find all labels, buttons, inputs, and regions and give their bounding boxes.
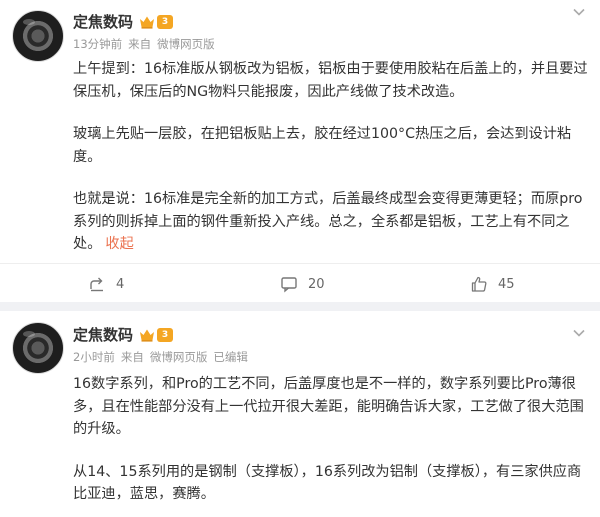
- repost-count: 4: [116, 276, 125, 292]
- repost-icon: [90, 277, 103, 292]
- post-source: 微博网页版: [149, 350, 208, 364]
- vip-level: 3: [157, 327, 174, 342]
- author-row: 定焦数码 3: [73, 11, 174, 32]
- post-paragraph: 从14、15系列用的是钢制（支撑板），16系列改为铝制（支撑板），有三家供应商比…: [73, 463, 582, 503]
- post-card: 定焦数码 3 2小时前 来自 微博网页版 已编辑 16数字系列，和Pro的工艺不…: [0, 311, 600, 517]
- thumbs-up-icon: [471, 276, 487, 292]
- author-row: 定焦数码 3: [73, 324, 174, 345]
- chevron-down-icon: [573, 8, 585, 16]
- post-time[interactable]: 2小时前: [73, 349, 115, 365]
- vip-level: 3: [157, 14, 174, 29]
- post-text: 上午提到：16标准版从钢板改为铝板，铝板由于要使用胶粘在后盖上的，并且要过保压机…: [73, 58, 589, 276]
- post-paragraph: 也就是说：16标准是完全新的加工方式，后盖最终成型会变得更薄更轻；而原pro系列…: [73, 188, 589, 256]
- source-prefix: 来自: [128, 37, 152, 51]
- author-name[interactable]: 定焦数码: [73, 324, 133, 345]
- like-button[interactable]: 45: [470, 275, 515, 293]
- more-button[interactable]: [572, 325, 586, 339]
- avatar[interactable]: [12, 10, 64, 62]
- action-bar: 4 20 45: [0, 263, 600, 302]
- post-paragraph: 上午提到：16标准版从钢板改为铝板，铝板由于要使用胶粘在后盖上的，并且要过保压机…: [73, 61, 588, 100]
- post-card: 定焦数码 3 13分钟前 来自 微博网页版 上午提到：16标准版从钢板改为铝板，…: [0, 0, 600, 302]
- post-text: 16数字系列，和Pro的工艺不同，后盖厚度也是不一样的，数字系列要比Pro薄很多…: [73, 373, 589, 517]
- comment-count: 20: [308, 276, 325, 292]
- vip-badge[interactable]: 3: [139, 327, 174, 342]
- edited-label[interactable]: 已编辑: [213, 349, 248, 365]
- weibo-feed: 定焦数码 3 13分钟前 来自 微博网页版 上午提到：16标准版从钢板改为铝板，…: [0, 0, 600, 517]
- repost-button[interactable]: 4: [88, 275, 124, 293]
- post-meta: 13分钟前 来自 微博网页版: [73, 36, 215, 52]
- post-source: 微博网页版: [157, 37, 215, 51]
- post-paragraph: 玻璃上先贴一层胶，在把铝板贴上去，胶在经过100°C热压之后，会达到设计粘度。: [73, 126, 572, 165]
- comment-button[interactable]: 20: [280, 275, 325, 293]
- author-name[interactable]: 定焦数码: [73, 11, 133, 32]
- post-paragraph-text: 也就是说：16标准是完全新的加工方式，后盖最终成型会变得更薄更轻；而原pro系列…: [73, 191, 583, 252]
- vip-badge[interactable]: 3: [139, 14, 174, 29]
- comment-icon: [281, 277, 297, 293]
- like-count: 45: [498, 276, 515, 292]
- avatar[interactable]: [12, 322, 64, 374]
- collapse-link[interactable]: 收起: [105, 236, 133, 252]
- post-time[interactable]: 13分钟前: [73, 36, 122, 52]
- more-button[interactable]: [572, 4, 586, 18]
- source-prefix: 来自: [120, 350, 144, 364]
- crown-icon: [140, 329, 155, 342]
- crown-icon: [140, 16, 155, 29]
- chevron-down-icon: [573, 329, 585, 337]
- post-paragraph: 16数字系列，和Pro的工艺不同，后盖厚度也是不一样的，数字系列要比Pro薄很多…: [73, 376, 584, 437]
- post-meta: 2小时前 来自 微博网页版 已编辑: [73, 349, 248, 365]
